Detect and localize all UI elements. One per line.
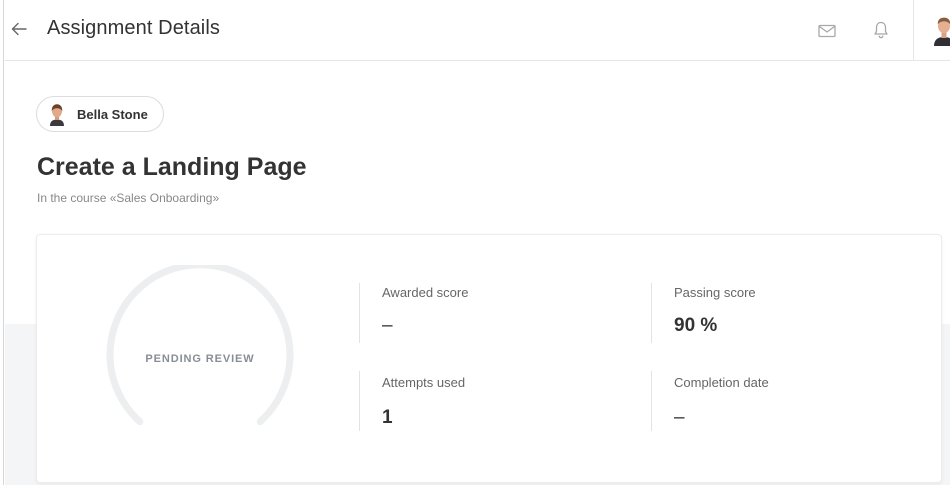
- page-title: Assignment Details: [47, 17, 220, 39]
- mail-icon: [818, 24, 836, 38]
- arrow-left-icon: [11, 22, 27, 36]
- student-name: Bella Stone: [77, 106, 148, 122]
- back-button[interactable]: [8, 17, 30, 41]
- student-avatar-icon: [50, 104, 64, 126]
- passing-score-label: Passing score: [674, 285, 756, 300]
- bell-icon: [874, 21, 888, 39]
- stat-divider: [651, 371, 652, 431]
- stat-divider: [651, 283, 652, 343]
- attempts-used-value: 1: [382, 407, 393, 428]
- awarded-score-label: Awarded score: [382, 285, 469, 300]
- completion-date-label: Completion date: [674, 375, 769, 390]
- attempts-used-label: Attempts used: [382, 375, 466, 390]
- window-edge: [0, 0, 4, 485]
- completion-date-value: –: [674, 407, 685, 428]
- user-photo-icon: [934, 17, 950, 46]
- messages-button[interactable]: [817, 22, 837, 40]
- stat-divider: [359, 371, 360, 431]
- topbar-divider: [913, 0, 914, 60]
- course-subtitle: In the course «Sales Onboarding»: [37, 191, 220, 205]
- student-chip[interactable]: Bella Stone: [36, 96, 164, 132]
- user-avatar[interactable]: [929, 14, 950, 46]
- assignment-title: Create a Landing Page: [37, 153, 307, 181]
- status-gauge: [106, 265, 294, 426]
- notifications-button[interactable]: [872, 20, 890, 40]
- passing-score-value: 90 %: [674, 315, 718, 336]
- stat-divider: [359, 283, 360, 343]
- results-card: PENDING REVIEW Awarded score – Passing s…: [36, 234, 942, 483]
- awarded-score-value: –: [382, 315, 393, 336]
- top-bar: Assignment Details: [5, 0, 950, 61]
- status-label: PENDING REVIEW: [145, 353, 255, 365]
